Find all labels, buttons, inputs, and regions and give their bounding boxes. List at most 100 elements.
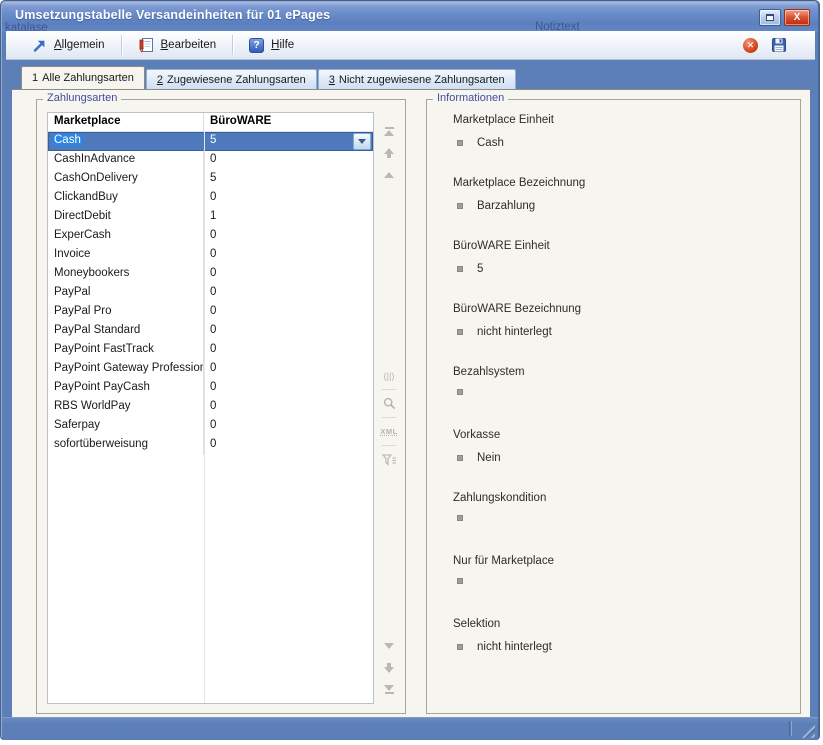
table-row[interactable]: Cash5 bbox=[48, 132, 373, 151]
payments-groupbox: Zahlungsarten Marketplace BüroWARE Cash5… bbox=[36, 99, 406, 714]
cancel-icon[interactable]: ✕ bbox=[743, 38, 758, 53]
hilfe-button[interactable]: ? Hilfe bbox=[245, 34, 298, 56]
table-row[interactable]: PayPoint PayCash0 bbox=[48, 379, 373, 398]
info-field-value: Cash bbox=[477, 137, 504, 149]
search-icon[interactable] bbox=[379, 395, 399, 412]
toolbar-separator bbox=[121, 35, 122, 55]
bullet-icon bbox=[457, 578, 463, 584]
table-row[interactable]: PayPal Pro0 bbox=[48, 303, 373, 322]
restore-button[interactable] bbox=[759, 9, 781, 26]
table-row[interactable]: sofortüberweisung0 bbox=[48, 436, 373, 455]
icon-divider bbox=[382, 417, 396, 418]
close-button[interactable]: X bbox=[784, 9, 810, 26]
edit-document-icon bbox=[138, 37, 154, 53]
tab-2[interactable]: 2Zugewiesene Zahlungsarten bbox=[146, 69, 317, 89]
table-row[interactable]: PayPal Standard0 bbox=[48, 322, 373, 341]
move-to-top-icon[interactable] bbox=[379, 122, 399, 139]
move-up-icon[interactable] bbox=[379, 144, 399, 161]
hilfe-label: Hilfe bbox=[271, 39, 294, 51]
info-field-label: Bezahlsystem bbox=[453, 366, 792, 380]
info-field-label: Selektion bbox=[453, 618, 792, 632]
info-field-value: Nein bbox=[477, 452, 501, 464]
tab-strip: 1Alle Zahlungsarten2Zugewiesene Zahlungs… bbox=[12, 67, 808, 89]
table-row[interactable]: RBS WorldPay0 bbox=[48, 398, 373, 417]
table-row[interactable]: PayPoint FastTrack0 bbox=[48, 341, 373, 360]
info-groupbox: Informationen Marketplace EinheitCashMar… bbox=[426, 99, 801, 714]
bullet-icon bbox=[457, 140, 463, 146]
side-toolbar: (||) XML bbox=[377, 112, 401, 704]
bullet-icon bbox=[457, 329, 463, 335]
scroll-up-icon[interactable] bbox=[379, 166, 399, 183]
allgemein-label: Allgemein bbox=[54, 39, 105, 51]
info-groupbox-title: Informationen bbox=[433, 92, 508, 104]
info-field: BüroWARE Einheit 5 bbox=[453, 240, 792, 303]
bullet-icon bbox=[457, 515, 463, 521]
table-row[interactable]: Moneybookers0 bbox=[48, 265, 373, 284]
table-row[interactable]: PayPoint Gateway Professional0 bbox=[48, 360, 373, 379]
info-field: Zahlungskondition bbox=[453, 492, 792, 555]
bullet-icon bbox=[457, 266, 463, 272]
content-panel: Zahlungsarten Marketplace BüroWARE Cash5… bbox=[12, 89, 810, 717]
bullet-icon bbox=[457, 644, 463, 650]
restore-icon bbox=[766, 14, 774, 21]
save-icon[interactable] bbox=[771, 37, 787, 53]
info-field-label: Zahlungskondition bbox=[453, 492, 792, 506]
title-bar[interactable]: katalase Notiztext Umsetzungstabelle Ver… bbox=[2, 2, 818, 32]
arrow-up-right-icon bbox=[31, 37, 47, 53]
chevron-down-icon bbox=[358, 139, 366, 144]
toolbar: Allgemein Bearbeiten ? Hilfe ✕ bbox=[6, 31, 815, 60]
help-icon: ? bbox=[249, 38, 264, 53]
info-field-label: BüroWARE Einheit bbox=[453, 240, 792, 254]
move-down-icon[interactable] bbox=[379, 659, 399, 676]
info-field: Marketplace EinheitCash bbox=[453, 114, 792, 177]
info-field-value: 5 bbox=[477, 263, 483, 275]
table-row[interactable]: ExperCash0 bbox=[48, 227, 373, 246]
column-header-marketplace[interactable]: Marketplace bbox=[48, 113, 204, 131]
app-window: katalase Notiztext Umsetzungstabelle Ver… bbox=[0, 0, 820, 740]
column-divider bbox=[204, 132, 205, 703]
payments-table[interactable]: Marketplace BüroWARE Cash5CashInAdvance0… bbox=[47, 112, 374, 704]
bullet-icon bbox=[457, 455, 463, 461]
info-field: Selektionnicht hinterlegt bbox=[453, 618, 792, 681]
info-field-label: Vorkasse bbox=[453, 429, 792, 443]
info-fields: Marketplace EinheitCashMarketplace Bezei… bbox=[453, 114, 792, 681]
info-field-value: nicht hinterlegt bbox=[477, 326, 552, 338]
tab-3[interactable]: 3Nicht zugewiesene Zahlungsarten bbox=[318, 69, 516, 89]
bearbeiten-label: Bearbeiten bbox=[161, 39, 217, 51]
window-title: Umsetzungstabelle Versandeinheiten für 0… bbox=[15, 8, 330, 22]
info-field: Marketplace BezeichnungBarzahlung bbox=[453, 177, 792, 240]
info-field: Vorkasse Nein bbox=[453, 429, 792, 492]
resize-grip-icon[interactable] bbox=[800, 723, 815, 738]
bullet-icon bbox=[457, 203, 463, 209]
allgemein-button[interactable]: Allgemein bbox=[27, 34, 109, 56]
tab-1[interactable]: 1Alle Zahlungsarten bbox=[21, 66, 145, 89]
bueroware-dropdown-button[interactable] bbox=[353, 133, 371, 150]
table-row[interactable]: PayPal0 bbox=[48, 284, 373, 303]
status-bar-divider bbox=[789, 721, 792, 736]
bullet-icon bbox=[457, 389, 463, 395]
table-row[interactable]: ClickandBuy0 bbox=[48, 189, 373, 208]
move-to-bottom-icon[interactable] bbox=[379, 681, 399, 698]
table-row[interactable]: CashOnDelivery5 bbox=[48, 170, 373, 189]
info-field-label: Nur für Marketplace bbox=[453, 555, 792, 569]
table-row[interactable]: CashInAdvance0 bbox=[48, 151, 373, 170]
xml-icon[interactable]: XML bbox=[379, 423, 399, 440]
table-row[interactable]: Invoice0 bbox=[48, 246, 373, 265]
scroll-down-icon[interactable] bbox=[379, 637, 399, 654]
columns-icon[interactable]: (||) bbox=[379, 367, 399, 384]
table-row[interactable]: Saferpay0 bbox=[48, 417, 373, 436]
table-header-row: Marketplace BüroWARE bbox=[48, 113, 373, 132]
status-bar bbox=[2, 717, 818, 740]
bearbeiten-button[interactable]: Bearbeiten bbox=[134, 34, 221, 56]
toolbar-separator bbox=[232, 35, 233, 55]
table-row[interactable]: DirectDebit1 bbox=[48, 208, 373, 227]
info-field-value: Barzahlung bbox=[477, 200, 535, 212]
icon-divider bbox=[382, 389, 396, 390]
payments-table-body: Cash5CashInAdvance0CashOnDelivery5Clicka… bbox=[48, 132, 373, 455]
info-field: BüroWARE Bezeichnungnicht hinterlegt bbox=[453, 303, 792, 366]
icon-divider bbox=[382, 445, 396, 446]
filter-icon[interactable] bbox=[379, 451, 399, 468]
column-header-bueroware[interactable]: BüroWARE bbox=[204, 113, 373, 131]
info-field: Bezahlsystem bbox=[453, 366, 792, 429]
payments-groupbox-title: Zahlungsarten bbox=[43, 92, 121, 104]
